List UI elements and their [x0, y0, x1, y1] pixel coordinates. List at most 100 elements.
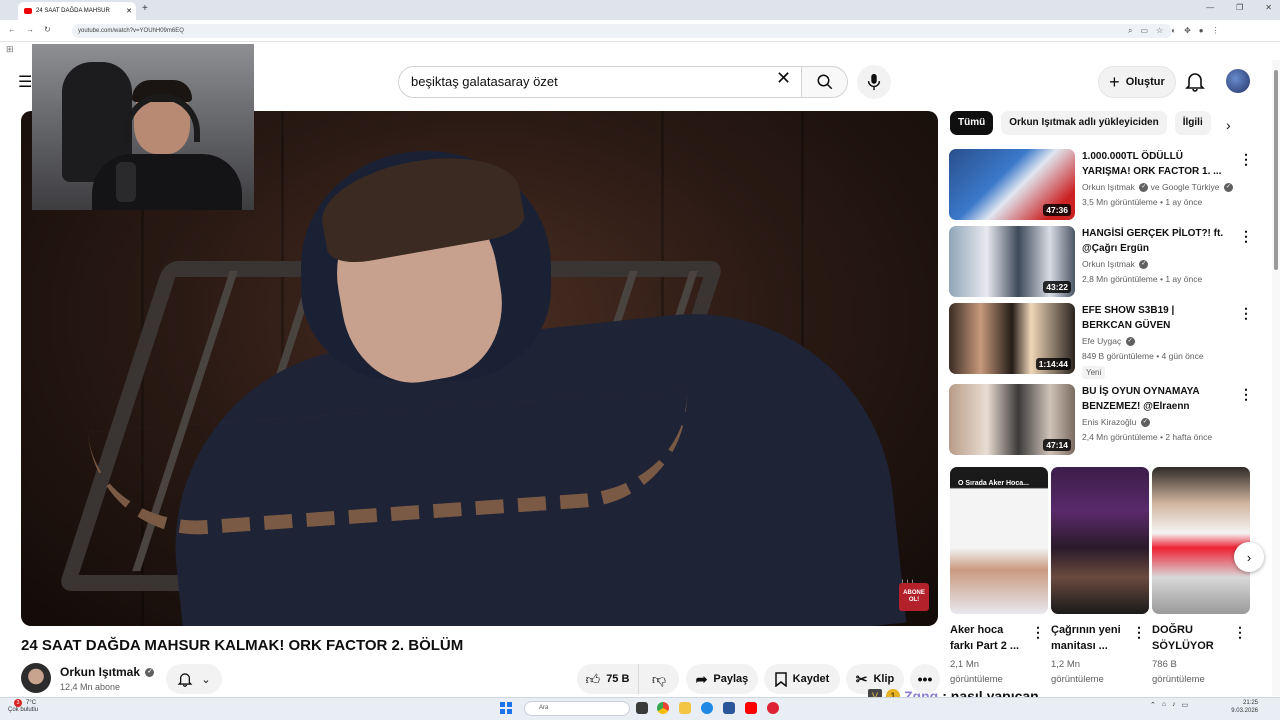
- short-views: 2,1 Mn görüntüleme: [950, 659, 1003, 685]
- volume-icon[interactable]: ♪: [1172, 701, 1176, 709]
- dislike-button[interactable]: 👎︎: [639, 664, 679, 694]
- recommended-video[interactable]: 1:14:44 EFE SHOW S3B19 | BERKCAN GÜVEN E…: [949, 303, 1253, 379]
- battery-icon[interactable]: ▭: [1182, 701, 1189, 709]
- app-icon[interactable]: [767, 702, 779, 714]
- chip-related[interactable]: İlgili: [1174, 111, 1211, 135]
- taskbar-search[interactable]: Ara: [524, 701, 630, 716]
- video-title[interactable]: HANGİSİ GERÇEK PİLOT?! ft. @Çağrı Ergün: [1082, 226, 1227, 256]
- extension-icon[interactable]: ◐: [1171, 26, 1176, 36]
- channel-name[interactable]: Orkun Işıtmak ✓: [60, 665, 155, 679]
- channel-name[interactable]: Orkun Işıtmak: [1082, 182, 1135, 192]
- more-vertical-icon[interactable]: ⋮: [1239, 228, 1253, 245]
- plus-icon: +: [1109, 71, 1120, 92]
- share-button[interactable]: ➦ Paylaş: [686, 664, 758, 694]
- more-vertical-icon[interactable]: ⋮: [1031, 624, 1045, 641]
- subscriber-count: 12,4 Mn abone: [60, 682, 121, 692]
- subscription-notifications-button[interactable]: ⌄: [166, 664, 222, 694]
- new-tab-button[interactable]: +: [142, 3, 148, 14]
- short-title[interactable]: Aker hoca farkı Part 2 ...: [950, 622, 1026, 654]
- short-views: 786 B görüntüleme: [1152, 659, 1205, 685]
- short-thumbnail[interactable]: O Sırada Aker Hoca...: [950, 467, 1048, 614]
- search-input[interactable]: beşiktaş galatasaray özet: [398, 66, 802, 98]
- chevron-right-icon[interactable]: ›: [1226, 117, 1231, 133]
- chip-from-uploader[interactable]: Orkun Işıtmak adlı yükleyiciden: [1001, 111, 1167, 135]
- more-vertical-icon[interactable]: ⋮: [1233, 624, 1247, 641]
- subscribe-watermark[interactable]: ABONE OL!: [899, 583, 929, 611]
- account-avatar[interactable]: [1226, 69, 1250, 93]
- scrollbar-thumb[interactable]: [1274, 70, 1278, 270]
- webcam-microphone: [116, 162, 136, 202]
- back-icon[interactable]: ←: [8, 25, 16, 34]
- channel-extra: ve Google Türkiye: [1150, 182, 1220, 192]
- minimize-button[interactable]: —: [1206, 3, 1214, 12]
- weather-widget[interactable]: 7°C Çok bulutlu: [8, 700, 38, 714]
- shorts-next-button[interactable]: ›: [1234, 542, 1264, 572]
- nav-buttons: ← → ↻: [8, 25, 51, 34]
- video-title[interactable]: EFE SHOW S3B19 | BERKCAN GÜVEN: [1082, 303, 1227, 333]
- network-icon[interactable]: ⌂: [1162, 701, 1166, 709]
- channel-name[interactable]: Orkun Işıtmak: [1082, 259, 1135, 269]
- channel-line[interactable]: Enis Kirazoğlu ✓: [1082, 417, 1150, 428]
- zoom-icon[interactable]: ⌕: [1128, 26, 1132, 36]
- video-thumbnail[interactable]: 47:14: [949, 384, 1075, 455]
- more-vertical-icon[interactable]: ⋮: [1239, 305, 1253, 322]
- guide-menu-icon[interactable]: ☰: [18, 72, 32, 92]
- save-button[interactable]: Kaydet: [764, 664, 840, 694]
- chevron-down-icon: ⌄: [201, 673, 211, 686]
- close-tab-icon[interactable]: ✕: [126, 7, 132, 15]
- puzzle-icon[interactable]: ✥: [1184, 26, 1191, 36]
- chevron-up-icon[interactable]: ⌃: [1150, 701, 1156, 709]
- channel-avatar[interactable]: [21, 663, 51, 693]
- forward-icon[interactable]: →: [26, 25, 34, 34]
- video-thumbnail[interactable]: 47:36: [949, 149, 1075, 220]
- video-thumbnail[interactable]: 43:22: [949, 226, 1075, 297]
- webcam-overlay: [32, 44, 254, 210]
- channel-name-text[interactable]: Orkun Işıtmak: [60, 665, 140, 679]
- video-title[interactable]: 1.000.000TL ÖDÜLLÜ YARIŞMA! ORK FACTOR 1…: [1082, 149, 1227, 179]
- channel-line[interactable]: Orkun Işıtmak ✓: [1082, 259, 1149, 270]
- more-vertical-icon[interactable]: ⋮: [1239, 151, 1253, 168]
- short-thumbnail[interactable]: [1051, 467, 1149, 614]
- short-title[interactable]: Çağrının yeni manitası ...: [1051, 622, 1127, 654]
- short-title[interactable]: DOĞRU SÖYLÜYOR: [1152, 622, 1228, 654]
- voice-search-button[interactable]: [857, 65, 891, 99]
- channel-line[interactable]: Orkun Işıtmak ✓ ve Google Türkiye ✓: [1082, 182, 1233, 193]
- youtube-icon[interactable]: [745, 702, 757, 714]
- recommended-video[interactable]: 47:36 1.000.000TL ÖDÜLLÜ YARIŞMA! ORK FA…: [949, 149, 1253, 221]
- system-tray: ⌃ ⌂ ♪ ▭: [1150, 701, 1188, 709]
- bookmark-star-icon[interactable]: ☆: [1156, 26, 1163, 36]
- start-button[interactable]: [500, 702, 512, 714]
- edge-icon[interactable]: [701, 702, 713, 714]
- chip-all[interactable]: Tümü: [950, 111, 994, 135]
- profile-icon[interactable]: ●: [1199, 26, 1204, 36]
- apps-grid-icon[interactable]: ⊞: [6, 44, 14, 55]
- weather-desc: Çok bulutlu: [8, 707, 39, 713]
- file-explorer-icon[interactable]: [679, 702, 691, 714]
- store-icon[interactable]: [723, 702, 735, 714]
- task-view-icon[interactable]: [636, 702, 648, 714]
- video-title[interactable]: BU İŞ OYUN OYNAMAYA BENZEMEZ! @Elraenn Y…: [1082, 384, 1227, 414]
- browser-menu-icon[interactable]: ⋮: [1212, 26, 1220, 36]
- clear-search-icon[interactable]: ✕: [776, 68, 791, 89]
- recommended-video[interactable]: 47:14 BU İŞ OYUN OYNAMAYA BENZEMEZ! @Elr…: [949, 384, 1253, 456]
- maximize-button[interactable]: ❐: [1236, 3, 1243, 12]
- taskbar-clock[interactable]: 21:25 9.03.2026: [1226, 699, 1258, 715]
- create-button[interactable]: + Oluştur: [1098, 66, 1176, 98]
- chrome-icon[interactable]: [657, 702, 669, 714]
- url-field[interactable]: youtube.com/watch?v=YOUhH09m6EQ: [72, 24, 1172, 38]
- notifications-button[interactable]: [1185, 70, 1205, 97]
- search-button[interactable]: [801, 66, 848, 98]
- channel-name[interactable]: Enis Kirazoğlu: [1082, 417, 1136, 427]
- more-vertical-icon[interactable]: ⋮: [1239, 386, 1253, 403]
- screen-cast-icon[interactable]: ▭: [1140, 26, 1148, 36]
- close-window-button[interactable]: ✕: [1265, 3, 1272, 12]
- like-button[interactable]: 👍︎ 75 B: [577, 664, 639, 694]
- video-thumbnail[interactable]: 1:14:44: [949, 303, 1075, 374]
- reload-icon[interactable]: ↻: [44, 25, 51, 34]
- recommended-video[interactable]: 43:22 HANGİSİ GERÇEK PİLOT?! ft. @Çağrı …: [949, 226, 1253, 298]
- channel-name[interactable]: Efe Uygaç: [1082, 336, 1121, 346]
- short-thumbnail[interactable]: [1152, 467, 1250, 614]
- more-vertical-icon[interactable]: ⋮: [1132, 624, 1146, 641]
- channel-line[interactable]: Efe Uygaç ✓: [1082, 336, 1135, 347]
- browser-tab[interactable]: 24 SAAT DAĞDA MAHSUR ✕: [18, 2, 136, 20]
